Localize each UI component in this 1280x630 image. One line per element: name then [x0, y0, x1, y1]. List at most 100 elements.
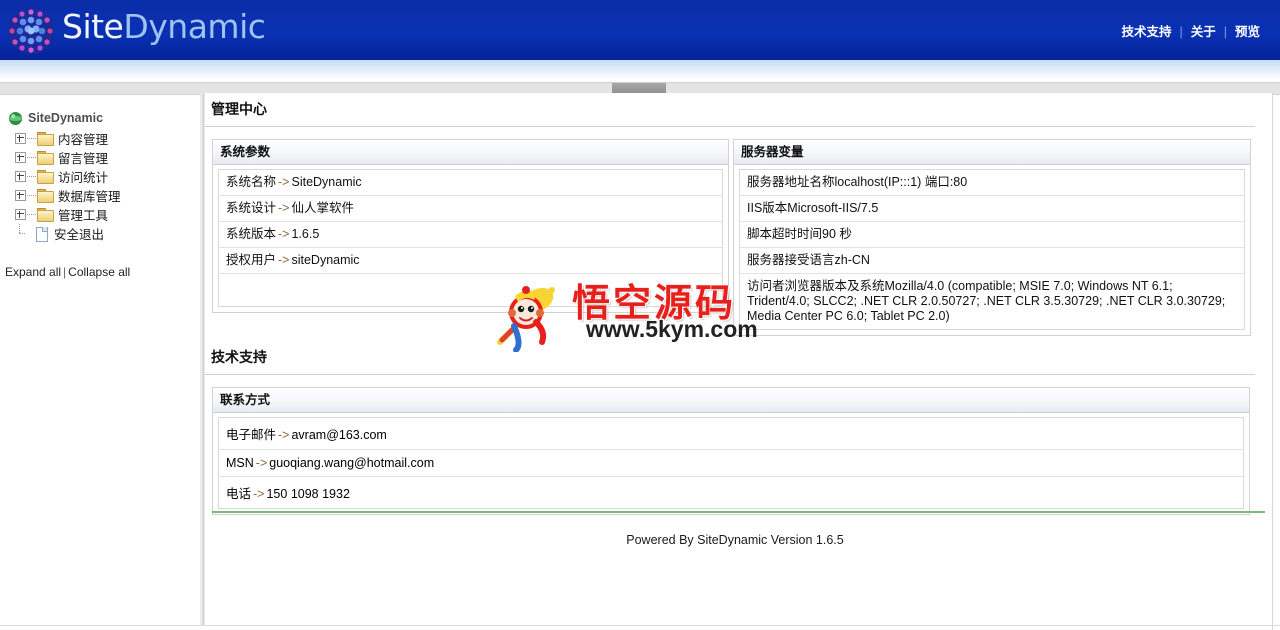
table-row: 电子邮件 -> avram@163.com	[218, 417, 1244, 450]
folder-icon	[37, 132, 54, 146]
row-key: 授权用户	[226, 253, 277, 267]
server-vars-heading: 服务器变量	[734, 140, 1250, 165]
expand-all-link[interactable]: Expand all	[5, 265, 61, 279]
row-value: 150 1098 1932	[266, 487, 350, 501]
expand-plus-icon[interactable]	[15, 209, 26, 220]
sidebar-item-visit-statistics[interactable]: 访问统计	[8, 167, 198, 186]
globe-icon	[8, 111, 23, 125]
row-value: siteDynamic	[291, 253, 360, 267]
tech-support-title: 技术支持	[205, 341, 1255, 375]
server-vars-table: 服务器地址名称localhost(IP:::1) 端口:80 IIS版本Micr…	[739, 169, 1245, 330]
logo[interactable]: SiteDynamic	[6, 3, 266, 58]
table-row: 系统设计 -> 仙人掌软件	[218, 195, 723, 222]
row-value: avram@163.com	[291, 428, 387, 442]
contact-table: 电子邮件 -> avram@163.com MSN -> guoqiang.wang@h…	[218, 417, 1244, 509]
logo-text: SiteDynamic	[62, 7, 266, 46]
sidebar-item-label: 数据库管理	[58, 190, 121, 204]
server-vars-cell-useragent: 访问者浏览器版本及系统Mozilla/4.0 (compatible; MSIE…	[747, 279, 1226, 323]
contact-panel: 联系方式 电子邮件 -> avram@163.com MSN -> guoqiang.w…	[212, 387, 1250, 515]
expand-plus-icon[interactable]	[15, 133, 26, 144]
tech-support-section: 技术支持 联系方式 电子邮件 -> avram@163.com MSN -> guoqi…	[205, 341, 1255, 515]
row-arrow: ->	[278, 428, 290, 442]
folder-icon	[37, 170, 54, 184]
contact-heading: 联系方式	[213, 388, 1249, 413]
folder-icon	[37, 151, 54, 165]
row-arrow: ->	[278, 253, 290, 267]
tree-expand-controls: Expand all | Collapse all	[5, 265, 130, 279]
contact-cell-phone: 电话 -> 150 1098 1932	[219, 477, 1244, 509]
row-arrow: ->	[278, 175, 290, 189]
system-params-cell: 授权用户 -> siteDynamic	[218, 247, 723, 274]
sidebar-item-logout[interactable]: 安全退出	[8, 224, 198, 243]
row-value: guoqiang.wang@hotmail.com	[269, 456, 435, 470]
row-value: 1.6.5	[291, 227, 320, 241]
table-row: 服务器接受语言zh-CN	[739, 247, 1245, 274]
server-vars-cell: 服务器地址名称localhost(IP:::1) 端口:80	[739, 169, 1245, 196]
system-params-heading: 系统参数	[213, 140, 728, 165]
info-panels: 系统参数 系统名称 -> SiteDynamic 系统设计 -> 仙人掌软件 系…	[205, 139, 1272, 336]
row-key: 系统设计	[226, 201, 277, 215]
tree-root-label: SiteDynamic	[28, 111, 104, 125]
contact-body: 电子邮件 -> avram@163.com MSN -> guoqiang.wang@h…	[213, 413, 1249, 514]
page-title: 管理中心	[205, 93, 1255, 127]
sidebar-item-label: 管理工具	[58, 209, 109, 223]
nav-item-support[interactable]: 技术支持	[1113, 25, 1179, 39]
server-vars-cell: 脚本超时时间90 秒	[739, 221, 1245, 248]
table-row: 系统版本 -> 1.6.5	[218, 221, 723, 248]
server-vars-body: 服务器地址名称localhost(IP:::1) 端口:80 IIS版本Micr…	[734, 165, 1250, 335]
page-root: SiteDynamic 技术支持 | 关于 | 预览 SiteDynamic 内…	[0, 0, 1280, 630]
sidebar: SiteDynamic 内容管理 留言管理 访问统计 数据库管理 管理工具 安全…	[0, 95, 200, 625]
table-row: MSN -> guoqiang.wang@hotmail.com	[218, 449, 1244, 477]
sidebar-item-message-management[interactable]: 留言管理	[8, 148, 198, 167]
table-row-empty	[219, 274, 723, 307]
table-row: IIS版本Microsoft-IIS/7.5	[739, 195, 1245, 222]
page-bottom-border	[0, 625, 1280, 626]
tree-connector	[15, 224, 25, 238]
sidebar-item-admin-tools[interactable]: 管理工具	[8, 205, 198, 224]
row-key: 电话	[226, 487, 252, 501]
row-key: MSN	[226, 456, 254, 470]
sidebar-item-label: 安全退出	[54, 228, 105, 242]
system-params-panel: 系统参数 系统名称 -> SiteDynamic 系统设计 -> 仙人掌软件 系…	[212, 139, 729, 313]
nav-item-preview[interactable]: 预览	[1227, 25, 1268, 39]
sidebar-item-label: 访问统计	[58, 171, 109, 185]
logo-text-dynamic: Dynamic	[123, 7, 266, 46]
row-arrow: ->	[278, 227, 290, 241]
table-row: 授权用户 -> siteDynamic	[218, 247, 723, 274]
row-key: 系统版本	[226, 227, 277, 241]
table-row: 脚本超时时间90 秒	[739, 221, 1245, 248]
tree-root-node[interactable]: SiteDynamic	[8, 109, 198, 127]
row-arrow: ->	[253, 487, 265, 501]
expand-plus-icon[interactable]	[15, 171, 26, 182]
table-row: 系统名称 -> SiteDynamic	[218, 169, 723, 196]
tree-connector	[27, 156, 36, 159]
server-vars-panel: 服务器变量 服务器地址名称localhost(IP:::1) 端口:80 IIS…	[733, 139, 1251, 336]
row-value: SiteDynamic	[291, 175, 362, 189]
system-params-cell: 系统名称 -> SiteDynamic	[218, 169, 723, 196]
nav-item-about[interactable]: 关于	[1183, 25, 1224, 39]
sphere-dots-logo-icon	[8, 8, 54, 54]
navigation-tree: SiteDynamic 内容管理 留言管理 访问统计 数据库管理 管理工具 安全…	[8, 109, 198, 243]
system-params-cell: 系统版本 -> 1.6.5	[218, 221, 723, 248]
table-row: 电话 -> 150 1098 1932	[219, 477, 1244, 509]
row-key: 系统名称	[226, 175, 277, 189]
page-right-border	[1272, 93, 1273, 630]
sidebar-item-content-management[interactable]: 内容管理	[8, 129, 198, 148]
row-value: 仙人掌软件	[291, 201, 354, 215]
main-content: 管理中心 系统参数 系统名称 -> SiteDynamic 系统设计 -> 仙人…	[205, 93, 1272, 625]
row-arrow: ->	[278, 201, 290, 215]
server-vars-cell: 服务器接受语言zh-CN	[739, 247, 1245, 274]
collapse-all-link[interactable]: Collapse all	[68, 265, 130, 279]
contact-cell-email: 电子邮件 -> avram@163.com	[218, 417, 1244, 450]
table-row: 服务器地址名称localhost(IP:::1) 端口:80	[739, 169, 1245, 196]
expand-plus-icon[interactable]	[15, 152, 26, 163]
sidebar-item-database-management[interactable]: 数据库管理	[8, 186, 198, 205]
server-vars-cell: IIS版本Microsoft-IIS/7.5	[739, 195, 1245, 222]
header-gradient-band	[0, 60, 1280, 82]
system-params-cell: 系统设计 -> 仙人掌软件	[218, 195, 723, 222]
tree-connector	[27, 213, 36, 216]
top-navigation: 技术支持 | 关于 | 预览	[1113, 21, 1268, 41]
expand-plus-icon[interactable]	[15, 190, 26, 201]
tree-connector	[27, 175, 36, 178]
footer-divider	[212, 511, 1265, 513]
